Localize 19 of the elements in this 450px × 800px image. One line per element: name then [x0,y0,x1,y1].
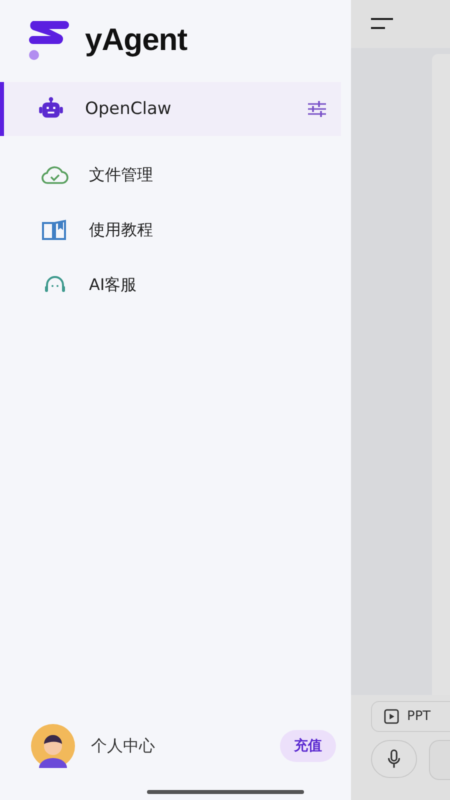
book-icon [41,219,69,241]
menu-item[interactable]: 使用教程 [0,203,341,257]
play-icon [384,709,399,724]
logo-icon [27,19,71,61]
message-field[interactable] [429,740,450,780]
menu-item[interactable]: 文件管理 [0,148,341,202]
avatar[interactable] [31,724,75,768]
recharge-button[interactable]: 充值 [280,730,336,762]
menu-item[interactable]: OpenClaw [0,82,341,136]
mic-button[interactable] [371,740,417,778]
settings-icon[interactable] [307,100,327,118]
chip-label: PPT [407,709,431,724]
menu-item[interactable]: AI客服 [0,258,341,312]
ppt-chip[interactable]: PPT [371,701,450,732]
app-name: yAgent [85,22,188,58]
menu-icon[interactable] [370,17,394,31]
cloud-check-icon [41,165,69,185]
microphone-icon [387,749,401,769]
profile-link[interactable]: 个人中心 [91,736,280,756]
